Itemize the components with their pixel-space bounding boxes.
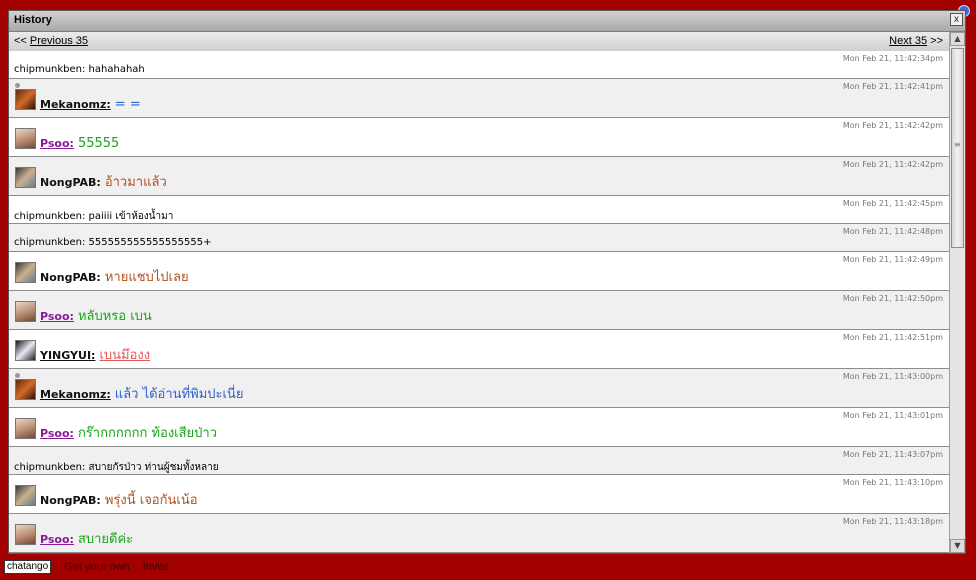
message-timestamp: Mon Feb 21, 11:42:34pm [842,54,943,63]
history-nav-bar: << Previous 35 Next 35 >> [9,32,950,52]
nav-next-group: Next 35 >> [889,35,943,47]
message-timestamp: Mon Feb 21, 11:43:01pm [842,411,943,420]
avatar[interactable] [15,128,36,149]
invite-link[interactable]: Invite [143,561,169,573]
message-line: Mekanomz: = = [40,93,141,112]
username-link[interactable]: Psoo: [40,427,74,440]
message-timestamp: Mon Feb 21, 11:42:49pm [842,255,943,264]
message-line: Psoo: สบายดีค่ะ [40,528,133,549]
message-text: อ้าวมาแล้ว [104,175,167,190]
message-text: กร๊ากกกกกก ท้องเสียป่าว [77,426,218,441]
footer: chatango Get your own Invite [4,560,169,576]
username-link[interactable]: Psoo: [40,533,74,546]
message-row: Mon Feb 21, 11:42:45pm chipmunkben: paiii… [9,196,950,224]
username-link[interactable]: Mekanomz: [40,388,111,401]
message-text: chipmunkben: 555555555555555555+ [14,237,212,248]
message-row: Mon Feb 21, 11:43:18pm Psoo: สบายดีค่ะ [9,514,950,553]
next-arrows: >> [930,35,943,47]
next-page-link[interactable]: Next 35 [889,35,927,47]
username-link[interactable]: Mekanomz: [40,98,111,111]
message-line: Psoo: หลับหรอ เบน [40,305,152,326]
message-row: Mon Feb 21, 11:42:48pm chipmunkben: 55555… [9,224,950,252]
get-your-own-link[interactable]: Get your own [64,561,129,573]
username-link: NongPAB: [40,176,101,189]
message-row: Mon Feb 21, 11:42:49pm NongPAB: หายแชบไปเล… [9,252,950,291]
message-timestamp: Mon Feb 21, 11:43:18pm [842,517,943,526]
message-text: แล้ว ได้อ่านที่พิมปะเนี่ย [114,387,244,402]
close-button[interactable]: x [950,13,963,26]
message-text: chipmunkben: paiiii เข้าห้องน้ำมา [14,211,174,222]
message-timestamp: Mon Feb 21, 11:42:50pm [842,294,943,303]
username-link: NongPAB: [40,494,101,507]
message-timestamp: Mon Feb 21, 11:43:07pm [842,450,943,459]
message-row: Mon Feb 21, 11:43:01pm Psoo: กร๊ากกกกกก ท้… [9,408,950,447]
nav-prev-group: << Previous 35 [14,35,88,47]
avatar[interactable] [15,524,36,545]
message-text: chipmunkben: สบายกัรป่าว ท่านผู้ชมทั้งหล… [14,462,219,473]
message-row: Mon Feb 21, 11:42:42pm Psoo: 55555 [9,118,950,157]
scroll-down-arrow-icon[interactable]: ▼ [950,539,965,553]
avatar[interactable] [15,485,36,506]
message-line: NongPAB: หายแชบไปเลย [40,266,189,287]
avatar[interactable] [15,262,36,283]
history-window: History x << Previous 35 Next 35 >> Mon … [8,10,966,554]
avatar[interactable] [15,379,36,400]
chatango-logo[interactable]: chatango [4,560,52,574]
avatar[interactable] [15,340,36,361]
message-line: YINGYUI: เบนมึองง [40,344,150,365]
message-timestamp: Mon Feb 21, 11:43:00pm [842,372,943,381]
previous-page-link[interactable]: Previous 35 [30,35,88,47]
title-bar: History x [9,11,965,32]
vertical-scrollbar[interactable]: ▲ ≡ ▼ [949,32,965,553]
message-line: Psoo: กร๊ากกกกกก ท้องเสียป่าว [40,422,217,443]
message-timestamp: Mon Feb 21, 11:42:51pm [842,333,943,342]
message-line: NongPAB: อ้าวมาแล้ว [40,171,167,192]
message-text: chipmunkben: hahahahah [14,64,145,75]
scrollbar-thumb[interactable]: ≡ [951,48,964,248]
avatar[interactable] [15,301,36,322]
message-text: = = [114,97,141,112]
status-dot-icon [15,83,20,88]
message-text: หลับหรอ เบน [77,309,152,324]
message-row: Mon Feb 21, 11:43:07pm chipmunkben: สบายก… [9,447,950,475]
status-dot-icon [15,373,20,378]
message-timestamp: Mon Feb 21, 11:42:45pm [842,199,943,208]
message-line: NongPAB: พรุ่งนี้ เจอกันเน้อ [40,489,198,510]
username-link[interactable]: Psoo: [40,137,74,150]
message-timestamp: Mon Feb 21, 11:42:42pm [842,160,943,169]
message-row: Mon Feb 21, 11:42:51pm YINGYUI: เบนมึองง [9,330,950,369]
message-line: Psoo: 55555 [40,132,119,151]
message-list[interactable]: Mon Feb 21, 11:42:34pm chipmunkben: hahah… [9,51,950,553]
message-row: Mon Feb 21, 11:42:34pm chipmunkben: hahah… [9,51,950,79]
scroll-up-arrow-icon[interactable]: ▲ [950,32,965,46]
message-timestamp: Mon Feb 21, 11:43:10pm [842,478,943,487]
message-timestamp: Mon Feb 21, 11:42:48pm [842,227,943,236]
message-text: สบายดีค่ะ [77,532,134,547]
message-row: Mon Feb 21, 11:42:42pm NongPAB: อ้าวมาแล้ว [9,157,950,196]
message-row: Mon Feb 21, 11:42:41pm Mekanomz: = = [9,79,950,118]
username-link: NongPAB: [40,271,101,284]
message-text: หายแชบไปเลย [104,270,189,285]
message-timestamp: Mon Feb 21, 11:42:41pm [842,82,943,91]
message-row: Mon Feb 21, 11:42:50pm Psoo: หลับหรอ เบน [9,291,950,330]
window-title: History [14,14,52,26]
avatar[interactable] [15,89,36,110]
message-line: Mekanomz: แล้ว ได้อ่านที่พิมปะเนี่ย [40,383,243,404]
avatar[interactable] [15,167,36,188]
username-link[interactable]: YINGYUI: [40,349,95,362]
message-row: Mon Feb 21, 11:43:10pm NongPAB: พรุ่งนี้ เ… [9,475,950,514]
message-row: Mon Feb 21, 11:43:00pm Mekanomz: แล้ว ได้อ… [9,369,950,408]
prev-arrows: << [14,35,27,47]
avatar[interactable] [15,418,36,439]
message-text: 55555 [77,136,120,151]
message-text: เบนมึองง [99,348,151,363]
scrollbar-grip-icon: ≡ [954,140,961,149]
username-link[interactable]: Psoo: [40,310,74,323]
message-text: พรุ่งนี้ เจอกันเน้อ [104,493,198,508]
message-timestamp: Mon Feb 21, 11:42:42pm [842,121,943,130]
